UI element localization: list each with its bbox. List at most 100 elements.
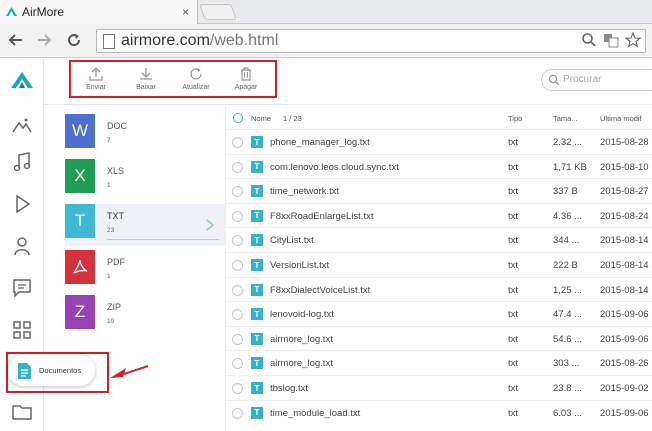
file-size: 2.32 ... [553, 137, 583, 148]
txt-file-icon: T [251, 283, 263, 296]
file-date: 2015-08-24 [600, 210, 649, 222]
txt-file-icon: T [251, 406, 263, 419]
new-tab-button[interactable] [199, 4, 237, 20]
row-checkbox[interactable] [232, 407, 243, 419]
contact-icon[interactable] [11, 235, 33, 257]
back-arrow-icon[interactable] [8, 32, 24, 48]
trash-icon [241, 67, 251, 81]
airmore-favicon-icon [6, 7, 17, 16]
row-checkbox[interactable] [232, 358, 243, 370]
header-count: 1 / 23 [283, 114, 302, 123]
file-name: F8xxDialectVoiceList.txt [270, 284, 371, 296]
forward-arrow-icon[interactable] [36, 32, 52, 48]
row-checkbox[interactable] [232, 309, 243, 321]
category-doc[interactable]: W DOC 7 [65, 114, 225, 156]
url-text[interactable]: airmore.com/web.html [121, 32, 278, 50]
table-row[interactable]: Tcom.lenovo.leos.cloud.sync.txt txt 1,71 K… [226, 153, 652, 179]
file-type: txt [508, 333, 519, 345]
txt-file-icon: T [251, 234, 263, 247]
row-checkbox[interactable] [232, 210, 243, 222]
row-checkbox[interactable] [232, 186, 243, 198]
file-name: CityList.txt [270, 235, 314, 247]
file-size: 54.6 ... [553, 333, 583, 345]
file-size: 23.8 ... [553, 383, 583, 394]
header-type[interactable]: Tipo [508, 114, 522, 123]
table-row[interactable]: T VersionList.txt txt 222 B 2015-08-14 [226, 252, 652, 277]
table-row[interactable]: T F8xxRoadEnlargeList.txt txt 4.36 ... 2015-… [226, 202, 652, 228]
message-icon[interactable] [11, 277, 33, 299]
file-date: 2015-09-06 [600, 333, 649, 345]
file-name: com.lenovo.leos.cloud.sync.txt [270, 161, 399, 173]
table-row[interactable]: Tphone_manager_log.txt txt 2.32 ... 2015-08… [226, 129, 652, 154]
file-size: 344 ... [553, 235, 580, 247]
file-name: airmore_log.txt [270, 333, 333, 345]
row-checkbox[interactable] [232, 137, 243, 148]
category-xls[interactable]: X XLS 1 [65, 159, 225, 201]
bookmark-star-icon[interactable] [625, 32, 641, 48]
table-row[interactable]: Tairmore_log.txt txt 303 ... 2015-08-26 [226, 350, 652, 375]
select-all-checkbox[interactable] [233, 113, 243, 123]
file-name: airmore_log.txt [270, 358, 333, 370]
table-row[interactable]: T F8xxDialectVoiceList.txt txt 1,25 ... 2015… [226, 276, 652, 302]
file-name: phone_manager_log.txt [270, 137, 370, 148]
file-size: 47.4 ... [553, 309, 583, 321]
file-type: txt [508, 186, 519, 198]
row-checkbox[interactable] [232, 383, 243, 394]
table-row[interactable]: T CityList.txt txt 344 ... 2015-08-14 [226, 227, 652, 252]
header-date[interactable]: Última modif [600, 114, 642, 123]
file-actions-toolbar: Enviar Baixar Atualizar Apagar [69, 60, 277, 98]
address-bar[interactable]: airmore.com/web.html [96, 29, 646, 53]
selected-underline [107, 239, 219, 240]
tab-close-icon[interactable]: × [182, 5, 189, 19]
txt-file-icon: T [251, 308, 263, 321]
documents-nav-item[interactable]: Documentos [8, 355, 95, 386]
reload-icon[interactable] [66, 32, 82, 48]
send-button[interactable]: Enviar [71, 62, 121, 96]
table-row[interactable]: Ttbslog.txt txt 23.8 ... 2015-09-02 [226, 375, 652, 400]
row-checkbox[interactable] [232, 235, 243, 247]
apps-icon[interactable] [11, 319, 33, 341]
delete-button[interactable]: Apagar [221, 62, 271, 96]
translate-icon[interactable] [603, 32, 619, 48]
zoom-icon[interactable] [581, 32, 597, 48]
row-checkbox[interactable] [232, 260, 243, 271]
search-input[interactable]: Procurar [541, 69, 652, 91]
file-size: 1,71 KB [553, 161, 587, 173]
header-size[interactable]: Tama... [553, 114, 578, 123]
airmore-logo-icon[interactable] [10, 71, 34, 89]
download-button[interactable]: Baixar [121, 62, 171, 96]
browser-tab[interactable]: AirMore × [0, 0, 198, 24]
refresh-button[interactable]: Atualizar [171, 62, 221, 96]
folder-icon[interactable] [11, 401, 33, 423]
document-icon [18, 363, 31, 379]
file-date: 2015-08-14 [600, 235, 649, 247]
table-row[interactable]: Ttime_network.txt txt 337 B 2015-08-27 [226, 178, 652, 203]
file-size: 222 B [553, 260, 578, 271]
refresh-icon [190, 68, 202, 80]
file-type: txt [508, 161, 519, 173]
file-type: txt [508, 260, 519, 271]
file-type: txt [508, 383, 519, 394]
mountain-icon[interactable] [11, 115, 33, 137]
file-type: txt [508, 210, 519, 222]
play-icon[interactable] [11, 193, 33, 215]
music-icon[interactable] [11, 151, 33, 173]
category-txt[interactable]: T TXT 23 [65, 204, 225, 246]
category-zip[interactable]: Z ZIP 10 [65, 295, 225, 337]
table-row[interactable]: Tairmore_log.txt txt 54.6 ... 2015-09-06 [226, 325, 652, 351]
file-size: 6.03 ... [553, 407, 583, 419]
row-checkbox[interactable] [232, 333, 243, 345]
row-checkbox[interactable] [232, 161, 243, 173]
file-table-header: Nome 1 / 23 Tipo Tama... Última modif [226, 108, 652, 128]
file-size: 337 B [553, 186, 578, 198]
header-name[interactable]: Nome [251, 114, 271, 123]
row-checkbox[interactable] [232, 284, 243, 296]
table-row[interactable]: Ttime_module_load.txt txt 6.03 ... 2015-09-… [226, 399, 652, 425]
doc-icon: W [65, 114, 95, 148]
file-size: 1,25 ... [553, 284, 583, 296]
category-pdf[interactable]: PDF 1 [65, 250, 225, 292]
txt-file-icon: T [251, 160, 263, 173]
file-type: txt [508, 309, 519, 321]
table-row[interactable]: Tlenovoid-log.txt txt 47.4 ... 2015-09-06 [226, 301, 652, 326]
file-name: lenovoid-log.txt [270, 309, 334, 321]
